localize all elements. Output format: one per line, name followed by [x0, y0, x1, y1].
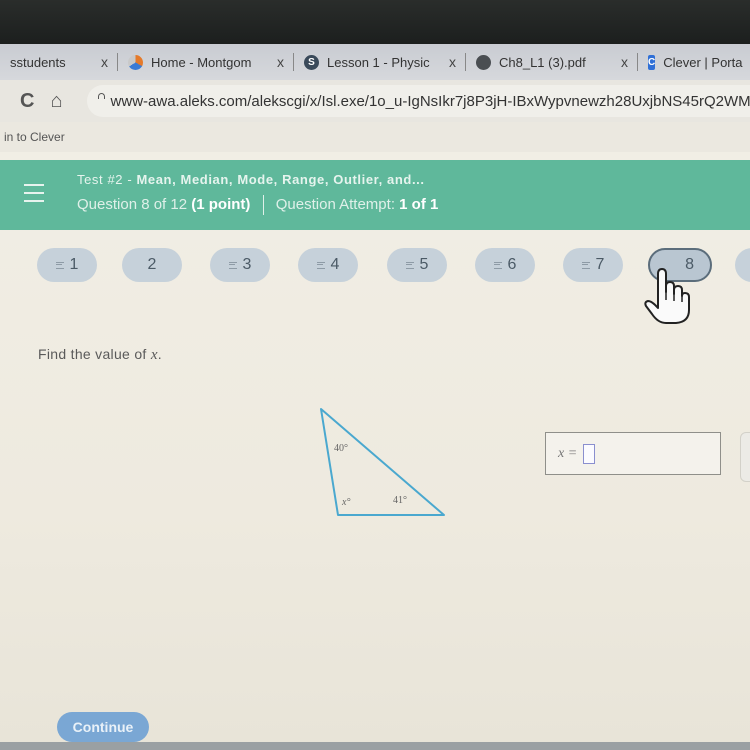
url-text: www-awa.aleks.com/alekscgi/x/Isl.exe/1o_…	[110, 92, 750, 110]
question-button-6[interactable]: 6	[475, 248, 535, 282]
angle-label-bottom-right: 41°	[393, 495, 407, 506]
clever-icon: C	[648, 54, 656, 70]
prompt-text: Find the value of	[38, 346, 151, 362]
prompt-end: .	[157, 346, 162, 362]
screen-bottom-edge	[0, 742, 750, 750]
question-number: 5	[419, 256, 429, 273]
close-tab-icon[interactable]: x	[439, 54, 456, 70]
answered-icon	[228, 261, 237, 269]
title-text: Mean, Median, Mode, Range, Outlier, and.…	[136, 172, 425, 187]
question-button-4[interactable]: 4	[298, 248, 358, 282]
home-icon[interactable]: ⌂	[50, 90, 62, 113]
question-number: 1	[69, 256, 79, 273]
test-header: Test #2 - Mean, Median, Mode, Range, Out…	[0, 160, 750, 230]
bookmark-sign-in-clever[interactable]: in to Clever	[4, 130, 65, 144]
answered-icon	[316, 261, 325, 269]
question-count: Question 8 of 12	[77, 195, 188, 213]
device-bezel	[0, 0, 750, 44]
question-number: 4	[330, 256, 340, 273]
question-prompt: Find the value of x.	[38, 346, 162, 364]
tab-label: Lesson 1 - Physic	[327, 54, 430, 70]
tab-home-montgomery[interactable]: Home - Montgom x	[118, 44, 294, 80]
question-navigation: 1 2 3 4 5 6 7 8	[0, 248, 750, 288]
bookmarks-bar: in to Clever	[0, 122, 750, 152]
question-button-5[interactable]: 5	[387, 248, 447, 282]
triangle-figure: 40° x° 41°	[320, 408, 445, 516]
tab-students[interactable]: sstudents x	[0, 44, 118, 80]
angle-label-top: 40°	[334, 443, 348, 454]
question-button-7[interactable]: 7	[563, 248, 623, 282]
close-tab-icon[interactable]: x	[611, 54, 628, 70]
globe-icon	[476, 54, 491, 70]
question-number: 7	[595, 256, 605, 273]
question-button-next[interactable]	[735, 248, 750, 282]
globe-icon	[128, 54, 143, 70]
prompt-variable: x	[150, 347, 158, 363]
browser-tab-bar: sstudents x Home - Montgom x S Lesson 1 …	[0, 44, 750, 80]
answer-label: x =	[558, 445, 578, 461]
answer-box: x =	[545, 432, 721, 475]
question-number: 2	[147, 256, 157, 273]
question-button-3[interactable]: 3	[210, 248, 270, 282]
triangle-shape	[320, 408, 445, 516]
question-button-2[interactable]: 2	[122, 248, 182, 282]
tab-clever-portal[interactable]: C Clever | Porta	[638, 44, 750, 80]
question-button-1[interactable]: 1	[37, 248, 97, 282]
divider	[262, 195, 264, 215]
url-field[interactable]: www-awa.aleks.com/alekscgi/x/Isl.exe/1o_…	[86, 85, 750, 117]
test-title: Test #2 - Mean, Median, Mode, Range, Out…	[77, 172, 425, 187]
continue-button[interactable]: Continue	[57, 712, 149, 742]
answer-tools-button[interactable]	[740, 432, 750, 482]
aleks-page: Test #2 - Mean, Median, Mode, Range, Out…	[0, 152, 750, 750]
answer-input[interactable]	[583, 443, 596, 464]
close-tab-icon[interactable]: x	[267, 54, 284, 70]
question-number: 6	[507, 256, 517, 273]
tab-ch8-pdf[interactable]: Ch8_L1 (3).pdf x	[466, 44, 638, 80]
tab-lesson-physics[interactable]: S Lesson 1 - Physic x	[294, 44, 466, 80]
attempt-value: 1 of 1	[399, 195, 439, 213]
answered-icon	[55, 261, 64, 269]
schoology-icon: S	[304, 54, 319, 70]
tab-label: Home - Montgom	[151, 54, 252, 70]
answered-icon	[493, 261, 502, 269]
question-number: 3	[242, 256, 252, 273]
question-status: Question 8 of 12 (1 point) Question Atte…	[77, 195, 438, 215]
answered-icon	[581, 261, 590, 269]
menu-icon[interactable]	[24, 184, 44, 202]
answered-icon	[405, 261, 414, 269]
tab-label: sstudents	[10, 54, 66, 70]
title-prefix: Test #2 -	[77, 172, 137, 187]
question-points: (1 point)	[191, 195, 251, 213]
close-tab-icon[interactable]: x	[91, 54, 108, 70]
tab-label: Clever | Porta	[663, 54, 743, 70]
address-bar: C ⌂ www-awa.aleks.com/alekscgi/x/Isl.exe…	[0, 80, 750, 122]
reload-icon[interactable]: C	[20, 90, 34, 113]
attempt-label: Question Attempt:	[275, 195, 395, 213]
tab-label: Ch8_L1 (3).pdf	[499, 54, 586, 70]
hand-pointer-cursor-icon	[644, 268, 690, 324]
angle-label-bottom-left: x°	[341, 497, 350, 508]
